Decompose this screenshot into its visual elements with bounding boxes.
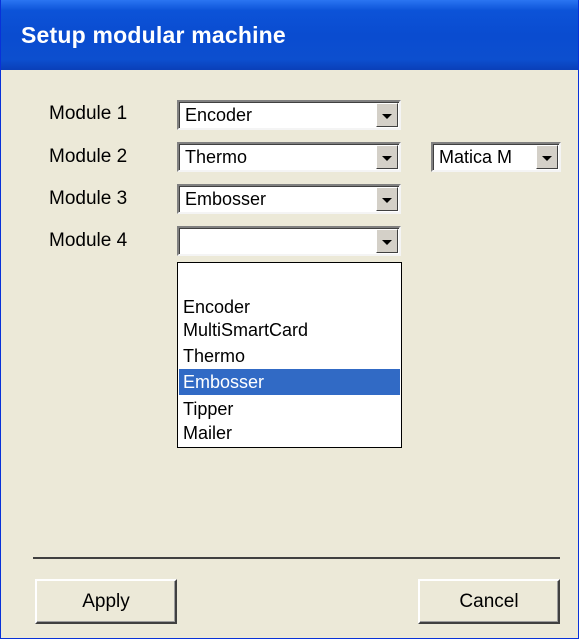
- module-1-label: Module 1: [49, 103, 128, 124]
- module-4-label: Module 4: [49, 230, 128, 251]
- module-4-dropdown-list: Encoder MultiSmartCard Thermo Embosser T…: [177, 262, 402, 448]
- module-3-label: Module 3: [49, 188, 128, 209]
- dropdown-option-multismartcard[interactable]: MultiSmartCard: [179, 317, 400, 343]
- dropdown-option-tipper[interactable]: Tipper: [179, 396, 400, 422]
- dropdown-option-empty[interactable]: [179, 268, 400, 294]
- module-3-value: Embosser: [185, 189, 267, 209]
- dropdown-option-thermo[interactable]: Thermo: [179, 343, 400, 369]
- module-2-dropdown-button[interactable]: [376, 145, 398, 169]
- module-2-select[interactable]: Thermo: [177, 142, 401, 172]
- module-2-value: Thermo: [185, 147, 248, 167]
- module-3-select[interactable]: Embosser: [177, 184, 401, 214]
- module-1-select[interactable]: Encoder: [177, 100, 401, 130]
- chevron-down-icon: [382, 113, 392, 119]
- apply-button[interactable]: Apply: [35, 579, 177, 624]
- setup-dialog-window: Setup modular machine Module 1 Encoder M…: [0, 0, 579, 639]
- chevron-down-icon: [382, 155, 392, 161]
- dropdown-option-mailer[interactable]: Mailer: [179, 420, 400, 446]
- machine-select[interactable]: Matica M: [431, 142, 561, 172]
- chevron-down-icon: [382, 197, 392, 203]
- module-3-dropdown-button[interactable]: [376, 187, 398, 211]
- title-bar[interactable]: Setup modular machine: [1, 0, 578, 70]
- module-1-value: Encoder: [185, 105, 253, 125]
- chevron-down-icon: [382, 239, 392, 245]
- module-4-select[interactable]: [177, 226, 401, 256]
- machine-dropdown-button[interactable]: [536, 145, 558, 169]
- dropdown-option-embosser[interactable]: Embosser: [179, 369, 400, 395]
- chevron-down-icon: [542, 155, 552, 161]
- machine-select-value: Matica M: [439, 147, 513, 167]
- module-4-dropdown-button[interactable]: [376, 229, 398, 253]
- module-1-dropdown-button[interactable]: [376, 103, 398, 127]
- window-title: Setup modular machine: [21, 22, 286, 48]
- module-2-label: Module 2: [49, 146, 128, 167]
- separator-line: [33, 557, 560, 559]
- cancel-button[interactable]: Cancel: [418, 579, 560, 624]
